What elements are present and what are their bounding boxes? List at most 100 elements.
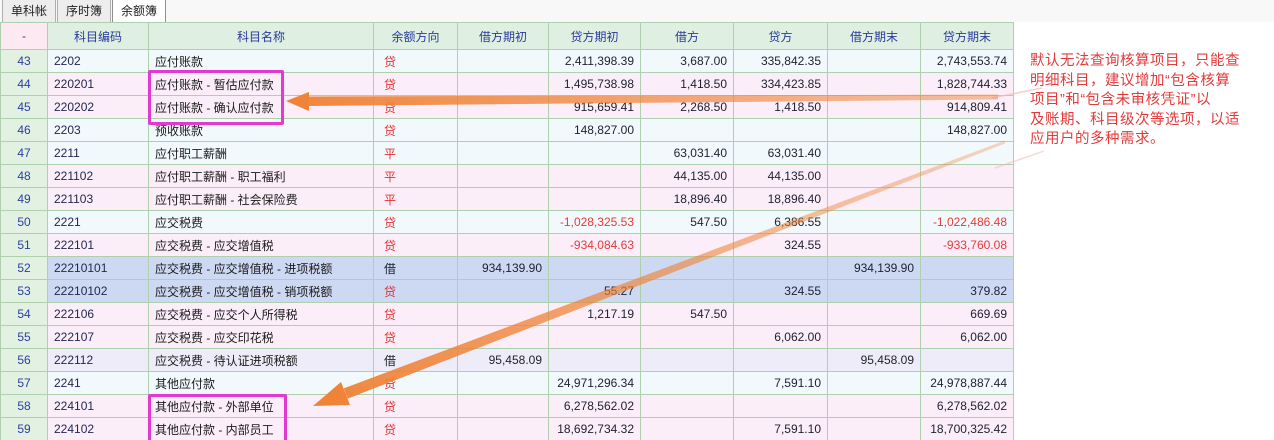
cell-credit-opening: [549, 326, 641, 349]
cell-balance-direction: 贷: [374, 280, 458, 303]
cell-subject-code: 2211: [48, 142, 149, 165]
annotation-line: 应用户的多种需求。: [1030, 130, 1272, 150]
cell-subject-name: 应交税费: [149, 211, 374, 234]
table-row[interactable]: 48221102应付职工薪酬 - 职工福利平44,135.0044,135.00: [1, 165, 1014, 188]
column-header-2[interactable]: 科目名称: [149, 23, 374, 50]
cell-row-number: 43: [1, 50, 48, 73]
cell-credit-ending: [921, 257, 1014, 280]
cell-debit-amount: [641, 280, 734, 303]
cell-credit-opening: [549, 165, 641, 188]
cell-subject-name: 其他应付款: [149, 372, 374, 395]
column-header-4[interactable]: 借方期初: [458, 23, 549, 50]
column-header-5[interactable]: 贷方期初: [549, 23, 641, 50]
cell-debit-opening: [458, 165, 549, 188]
annotation-line: 及账期、科目级次等选项，以适: [1030, 111, 1272, 131]
cell-balance-direction: 平: [374, 165, 458, 188]
cell-credit-amount: 324.55: [734, 234, 828, 257]
cell-row-number: 52: [1, 257, 48, 280]
cell-debit-ending: [828, 165, 921, 188]
cell-debit-amount: [641, 119, 734, 142]
cell-subject-code: 22210101: [48, 257, 149, 280]
cell-credit-opening: [549, 188, 641, 211]
column-header-0[interactable]: -: [1, 23, 48, 50]
cell-credit-ending: [921, 165, 1014, 188]
table-row[interactable]: 5222210101应交税费 - 应交增值税 - 进项税额借934,139.90…: [1, 257, 1014, 280]
column-header-3[interactable]: 余额方向: [374, 23, 458, 50]
cell-credit-ending: 379.82: [921, 280, 1014, 303]
cell-credit-amount: 1,418.50: [734, 96, 828, 119]
column-header-7[interactable]: 贷方: [734, 23, 828, 50]
table-row[interactable]: 54222106应交税费 - 应交个人所得税贷1,217.19547.50669…: [1, 303, 1014, 326]
table-row[interactable]: 44220201应付账款 - 暂估应付款贷1,495,738.981,418.5…: [1, 73, 1014, 96]
cell-subject-name: 应交税费 - 应交增值税: [149, 234, 374, 257]
cell-credit-amount: 6,386.55: [734, 211, 828, 234]
cell-credit-ending: -1,022,486.48: [921, 211, 1014, 234]
header-row: -科目编码科目名称余额方向借方期初贷方期初借方贷方借方期末贷方期末: [1, 23, 1014, 50]
cell-credit-amount: [734, 395, 828, 418]
cell-balance-direction: 贷: [374, 372, 458, 395]
cell-subject-name: 应付职工薪酬 - 职工福利: [149, 165, 374, 188]
cell-credit-opening: 55.27: [549, 280, 641, 303]
cell-balance-direction: 贷: [374, 234, 458, 257]
cell-balance-direction: 平: [374, 188, 458, 211]
cell-debit-ending: [828, 395, 921, 418]
tab-journal-book[interactable]: 序时簿: [57, 0, 111, 22]
table-row[interactable]: 56222112应交税费 - 待认证进项税额借95,458.0995,458.0…: [1, 349, 1014, 372]
cell-debit-opening: [458, 280, 549, 303]
cell-credit-amount: [734, 257, 828, 280]
cell-debit-amount: 63,031.40: [641, 142, 734, 165]
cell-credit-amount: [734, 349, 828, 372]
cell-credit-opening: 24,971,296.34: [549, 372, 641, 395]
table-row[interactable]: 502221应交税费贷-1,028,325.53547.506,386.55-1…: [1, 211, 1014, 234]
cell-debit-opening: [458, 119, 549, 142]
cell-debit-amount: [641, 234, 734, 257]
cell-credit-ending: 148,827.00: [921, 119, 1014, 142]
table-row[interactable]: 462203预收账款贷148,827.00148,827.00: [1, 119, 1014, 142]
table-row[interactable]: 432202应付账款贷2,411,398.393,687.00335,842.3…: [1, 50, 1014, 73]
table-row[interactable]: 5322210102应交税费 - 应交增值税 - 销项税额贷55.27324.5…: [1, 280, 1014, 303]
cell-debit-ending: [828, 372, 921, 395]
table-row[interactable]: 51222101应交税费 - 应交增值税贷-934,084.63324.55-9…: [1, 234, 1014, 257]
cell-balance-direction: 贷: [374, 50, 458, 73]
table-row[interactable]: 572241其他应付款贷24,971,296.347,591.1024,978,…: [1, 372, 1014, 395]
column-header-8[interactable]: 借方期末: [828, 23, 921, 50]
table-row[interactable]: 472211应付职工薪酬平63,031.4063,031.40: [1, 142, 1014, 165]
column-header-9[interactable]: 贷方期末: [921, 23, 1014, 50]
cell-balance-direction: 贷: [374, 96, 458, 119]
table-row[interactable]: 45220202应付账款 - 确认应付款贷915,659.412,268.501…: [1, 96, 1014, 119]
cell-subject-code: 2202: [48, 50, 149, 73]
cell-debit-amount: 3,687.00: [641, 50, 734, 73]
cell-credit-ending: 914,809.41: [921, 96, 1014, 119]
cell-debit-amount: [641, 395, 734, 418]
cell-debit-opening: 95,458.09: [458, 349, 549, 372]
table-row[interactable]: 58224101其他应付款 - 外部单位贷6,278,562.026,278,5…: [1, 395, 1014, 418]
cell-debit-amount: 44,135.00: [641, 165, 734, 188]
cell-row-number: 46: [1, 119, 48, 142]
tab-balance-book[interactable]: 余额簿: [112, 0, 166, 22]
table-row[interactable]: 59224102其他应付款 - 内部员工贷18,692,734.327,591.…: [1, 418, 1014, 440]
cell-debit-ending: 95,458.09: [828, 349, 921, 372]
cell-balance-direction: 平: [374, 142, 458, 165]
cell-debit-opening: [458, 303, 549, 326]
cell-subject-code: 220202: [48, 96, 149, 119]
cell-subject-name: 应交税费 - 待认证进项税额: [149, 349, 374, 372]
cell-credit-ending: 24,978,887.44: [921, 372, 1014, 395]
cell-row-number: 59: [1, 418, 48, 440]
cell-credit-amount: 18,896.40: [734, 188, 828, 211]
cell-subject-name: 应交税费 - 应交印花税: [149, 326, 374, 349]
cell-credit-amount: 7,591.10: [734, 418, 828, 440]
tab-single-subject-book[interactable]: 单科帐: [2, 0, 56, 22]
cell-credit-amount: [734, 303, 828, 326]
cell-debit-opening: [458, 372, 549, 395]
cell-subject-name: 应付账款 - 确认应付款: [149, 96, 374, 119]
cell-credit-ending: [921, 142, 1014, 165]
table-row[interactable]: 49221103应付职工薪酬 - 社会保险费平18,896.4018,896.4…: [1, 188, 1014, 211]
cell-balance-direction: 贷: [374, 211, 458, 234]
cell-balance-direction: 贷: [374, 395, 458, 418]
column-header-1[interactable]: 科目编码: [48, 23, 149, 50]
balance-table-wrap: -科目编码科目名称余额方向借方期初贷方期初借方贷方借方期末贷方期末 432202…: [0, 22, 1014, 440]
table-row[interactable]: 55222107应交税费 - 应交印花税贷6,062.006,062.00: [1, 326, 1014, 349]
column-header-6[interactable]: 借方: [641, 23, 734, 50]
tab-bar: 单科帐序时簿余额簿: [0, 0, 1274, 22]
cell-balance-direction: 贷: [374, 303, 458, 326]
